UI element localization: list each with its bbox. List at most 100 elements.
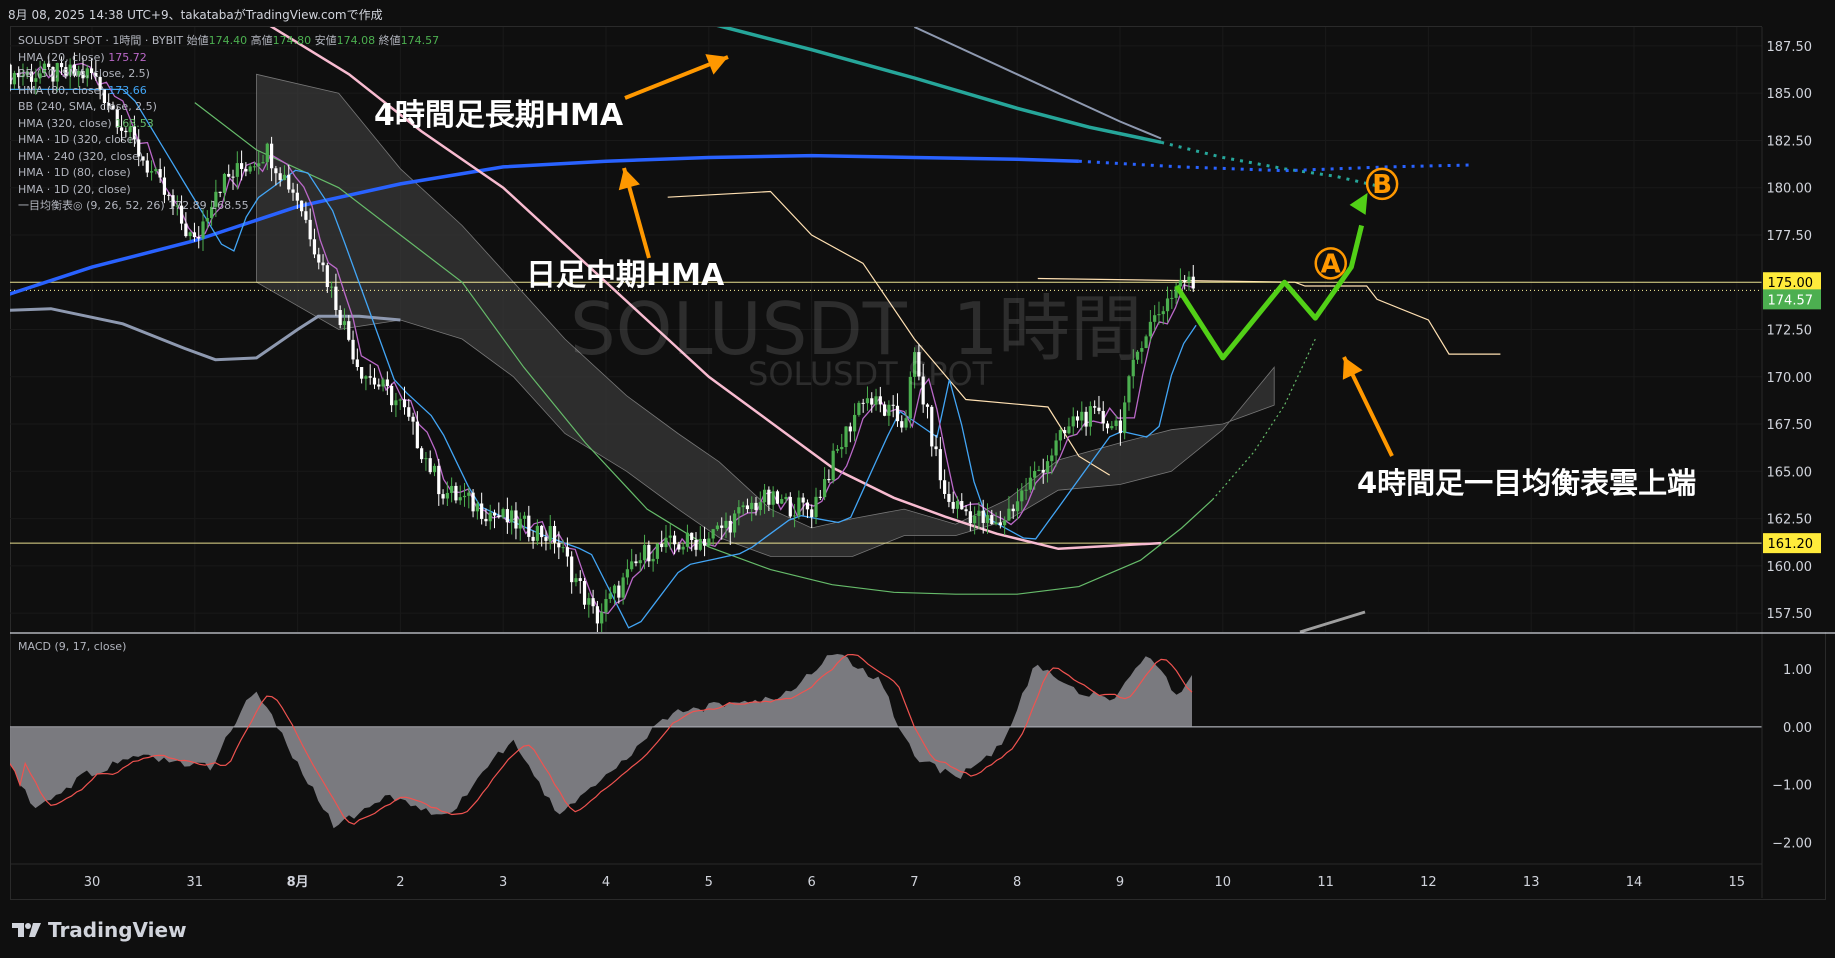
candle-body — [818, 496, 822, 498]
legend-row-hma-1d-20[interactable]: HMA · 1D (20, close) — [18, 182, 439, 199]
candle-body — [634, 561, 638, 564]
candle-body — [964, 509, 968, 512]
candle-body — [574, 578, 578, 583]
price-tick-label: 182.50 — [1767, 134, 1813, 149]
candle-body — [655, 543, 660, 559]
tradingview-logo[interactable]: TradingView — [12, 918, 187, 942]
candle-body — [767, 489, 771, 505]
level-badge-label: 161.20 — [1768, 537, 1814, 552]
candle-body — [788, 496, 792, 517]
candle-body — [600, 612, 604, 624]
candle-body — [10, 64, 12, 85]
candle-body — [745, 505, 750, 510]
candle-body — [1037, 469, 1041, 471]
indicator-name: BB (50, SMA, close, 2.5) — [18, 67, 150, 80]
candle-body — [651, 558, 655, 562]
candle-body — [638, 560, 642, 564]
indicator-value: 163.53 — [115, 116, 154, 130]
candle-body — [822, 478, 827, 498]
legend-row-hma-1d-320[interactable]: HMA · 1D (320, close) — [18, 132, 439, 149]
macd-axis[interactable]: 1.00 0.00 −1.00 −2.00 — [1772, 663, 1812, 852]
ohlc-open-value: 174.40 — [208, 34, 248, 47]
price-tick-label: 187.50 — [1767, 40, 1813, 55]
annotation-daily-mid-hma: 日足中期HMA — [526, 258, 725, 293]
indicator-name: HMA (320, close) — [18, 116, 112, 130]
legend-row-hma20[interactable]: HMA (20, close) 175.72 — [18, 50, 439, 67]
price-tick-label: 177.50 — [1767, 229, 1813, 244]
candle-body — [445, 492, 449, 499]
candle-body — [192, 232, 197, 238]
candle-body — [647, 544, 651, 562]
candle-body — [711, 529, 715, 539]
indicator-name: BB (240, SMA, close, 2.5) — [18, 100, 157, 113]
legend-row-hma-1d-80[interactable]: HMA · 1D (80, close) — [18, 165, 439, 182]
candle-body — [1067, 426, 1071, 434]
candle-body — [1187, 276, 1191, 282]
candle-body — [681, 546, 685, 550]
candle-body — [372, 377, 377, 385]
candle-body — [441, 494, 445, 499]
candle-body — [985, 515, 990, 523]
forecast-zigzag — [1174, 224, 1365, 361]
candle-body — [522, 515, 527, 519]
candle-body — [0, 74, 3, 85]
ohlc-high-value: 174.80 — [272, 34, 312, 47]
candle-body — [938, 449, 942, 481]
candle-body — [471, 492, 475, 512]
candle-body — [1161, 311, 1165, 315]
candle-body — [805, 502, 810, 510]
symbol-name[interactable]: SOLUSDT SPOT · 1時間 · BYBIT — [18, 34, 183, 47]
candle-body — [432, 465, 437, 473]
candle-body — [612, 585, 617, 594]
candle-body — [977, 510, 981, 516]
candle-body — [741, 505, 745, 508]
candle-body — [625, 569, 630, 578]
candle-body — [1011, 508, 1015, 512]
candle-body — [784, 496, 788, 500]
macd-tick-label: −2.00 — [1772, 837, 1812, 852]
candle-body — [857, 402, 861, 415]
candle-body — [1058, 430, 1062, 441]
candle-body — [792, 515, 797, 517]
candle-body — [351, 339, 355, 360]
candle-body — [672, 535, 677, 545]
candle-body — [732, 513, 737, 533]
candle-body — [835, 449, 840, 451]
candle-body — [883, 404, 887, 416]
candle-body — [570, 556, 574, 583]
candle-body — [895, 405, 900, 422]
time-tick-label: 11 — [1317, 875, 1334, 890]
indicator-value: 172.89 168.55 — [168, 199, 249, 212]
candle-body — [1170, 297, 1174, 299]
candle-body — [1075, 416, 1080, 421]
candle-body — [1101, 410, 1105, 424]
indicator-name: HMA (80, close) — [18, 83, 105, 97]
candle-body — [900, 421, 904, 428]
footer-bar — [0, 910, 1835, 958]
candle-body — [467, 492, 471, 496]
candle-body — [12, 72, 16, 85]
candle-body — [878, 396, 882, 405]
legend-row-ichimoku[interactable]: 一目均衡表◎ (9, 26, 52, 26) 172.89 168.55 — [18, 198, 439, 215]
candle-body — [552, 526, 557, 543]
macd-legend[interactable]: MACD (9, 17, close) — [18, 640, 126, 653]
candle-body — [758, 502, 762, 510]
macd-pane — [10, 653, 1762, 829]
candle-body — [973, 515, 977, 524]
candle-body — [844, 426, 848, 448]
symbol-legend-row[interactable]: SOLUSDT SPOT · 1時間 · BYBIT 始値174.40 高値17… — [18, 33, 439, 50]
candle-body — [201, 221, 205, 239]
candle-body — [1105, 423, 1110, 429]
legend-row-hma-240-320[interactable]: HMA · 240 (320, close) — [18, 149, 439, 166]
candle-body — [1153, 315, 1157, 322]
indicator-name: HMA · 1D (80, close) — [18, 166, 131, 179]
annotation-cloud-top: 4時間足一目均衡表雲上端 — [1357, 466, 1697, 500]
candle-body — [685, 532, 690, 547]
time-axis[interactable]: 30 31 8月 2 3 4 5 6 7 8 9 10 11 12 13 14 15 — [10, 863, 1762, 890]
candle-body — [420, 448, 424, 460]
legend-row-bb50[interactable]: BB (50, SMA, close, 2.5) — [18, 66, 439, 83]
time-tick-label: 7 — [910, 875, 918, 890]
candle-body — [1033, 470, 1037, 478]
candle-body — [698, 538, 702, 550]
candle-body — [668, 535, 672, 538]
